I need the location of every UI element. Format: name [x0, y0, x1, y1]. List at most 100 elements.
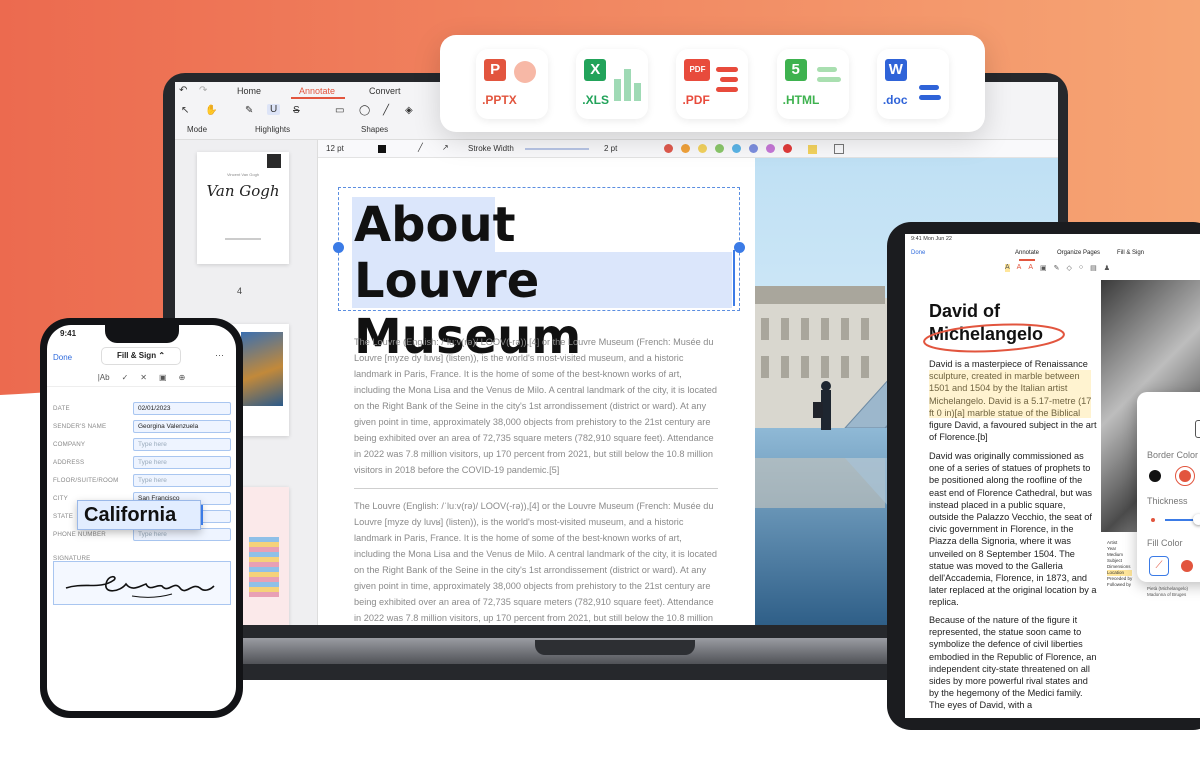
page-number: 4 — [237, 286, 243, 296]
underline-icon[interactable]: A — [1017, 264, 1022, 272]
tablet-status: 9:41 Mon Jun 22 — [911, 236, 952, 242]
format-xls[interactable]: X .XLS — [576, 48, 649, 119]
cross-icon[interactable]: ✕ — [140, 369, 147, 386]
properties-panel: Border Color Thickness Fill Color ⟋ — [1137, 392, 1200, 582]
fill-color-swatch[interactable] — [808, 145, 817, 154]
line-style-icon[interactable]: ╱ — [418, 143, 423, 152]
line-icon — [918, 94, 941, 100]
thumbnail-logo — [267, 154, 281, 168]
pen-icon[interactable]: ✎ — [1054, 264, 1060, 272]
check-icon[interactable]: ✓ — [122, 369, 129, 386]
underline-icon[interactable]: U — [267, 104, 281, 115]
tab-home[interactable]: Home — [237, 86, 261, 96]
divider — [354, 488, 718, 489]
line-icon — [918, 84, 939, 90]
redo-icon[interactable]: ↷ — [199, 85, 207, 96]
strikethrough-icon[interactable]: S — [293, 105, 300, 116]
format-doc[interactable]: W .doc — [876, 48, 949, 119]
more-icon[interactable]: ⋯ — [215, 350, 224, 361]
bar-icon — [634, 82, 642, 101]
line-icon — [816, 66, 837, 72]
mode-selector[interactable]: Fill & Sign ⌃ — [101, 347, 181, 365]
color-swatch-black[interactable] — [1149, 470, 1161, 482]
eraser-icon[interactable]: ◇ — [1067, 264, 1072, 272]
title-line: David of — [929, 301, 1001, 321]
format-pdf[interactable]: PDF .PDF — [676, 48, 749, 119]
format-label: .XLS — [582, 92, 609, 107]
tab-convert[interactable]: Convert — [369, 86, 401, 96]
color-swatch[interactable] — [732, 144, 741, 153]
color-swatch[interactable] — [715, 144, 724, 153]
pointer-icon[interactable]: ↖ — [181, 105, 189, 116]
stamp-icon[interactable]: ⊕ — [179, 369, 186, 386]
address-field[interactable]: Type here — [133, 455, 231, 469]
state-text-overlay[interactable]: California — [77, 500, 201, 530]
fill-icon[interactable]: ◈ — [405, 105, 413, 116]
date-icon[interactable]: ▣ — [159, 369, 167, 386]
group-label-shapes: Shapes — [361, 125, 389, 134]
textbox-icon[interactable]: ▣ — [1040, 264, 1047, 272]
tablet-done-button[interactable]: Done — [911, 250, 925, 256]
line-icon[interactable]: ╱ — [383, 105, 389, 116]
selection-handle-left[interactable] — [333, 242, 344, 253]
highlight-annotation — [929, 370, 1091, 418]
color-swatch[interactable] — [766, 144, 775, 153]
stamp-icon[interactable]: ♟ — [1104, 264, 1110, 272]
border-style-icon[interactable] — [1195, 420, 1200, 438]
company-field[interactable]: Type here — [133, 437, 231, 451]
tablet-tab-annotate[interactable]: Annotate — [1015, 250, 1039, 256]
rectangle-icon[interactable]: ▭ — [335, 105, 344, 116]
tab-annotate[interactable]: Annotate — [299, 86, 335, 96]
border-style-icon[interactable] — [834, 144, 844, 154]
text-tool[interactable]: |Ab — [98, 369, 110, 386]
color-swatch-red[interactable] — [1179, 470, 1191, 482]
slider-thumb[interactable] — [1193, 514, 1200, 525]
tablet-tab-organize[interactable]: Organize Pages — [1057, 250, 1100, 256]
comment-icon[interactable]: ▤ — [1090, 264, 1097, 272]
highlight-icon[interactable]: A — [1005, 264, 1010, 272]
font-size-select[interactable]: 12 pt — [326, 144, 344, 153]
format-html[interactable]: 5 .HTML — [776, 48, 849, 119]
undo-icon[interactable]: ↶ — [179, 85, 187, 96]
pie-icon — [514, 60, 537, 83]
format-pptx[interactable]: P .PPTX — [476, 48, 549, 119]
floor-field[interactable]: Type here — [133, 473, 231, 487]
color-swatch[interactable] — [783, 144, 792, 153]
hand-icon[interactable]: ✋ — [205, 105, 217, 116]
format-label: .doc — [882, 92, 908, 107]
stroke-width-slider[interactable] — [525, 148, 589, 150]
signature-box[interactable] — [53, 561, 231, 605]
color-swatch[interactable] — [698, 144, 707, 153]
active-tab-indicator — [1019, 259, 1035, 261]
field-label: FLOOR/SUITE/ROOM — [53, 476, 119, 484]
date-field[interactable]: 02/01/2023 — [133, 401, 231, 415]
fill-swatch-red[interactable] — [1181, 560, 1193, 572]
color-swatch[interactable] — [749, 144, 758, 153]
tablet-paragraph: Because of the nature of the figure it r… — [929, 615, 1097, 711]
sender-name-field[interactable]: Georgina Valenzuela — [133, 419, 231, 433]
pdf-icon: PDF — [684, 58, 711, 81]
bar-icon — [614, 78, 622, 101]
field-label: DATE — [53, 404, 70, 412]
tablet-paragraph: David was originally commissioned as one… — [929, 451, 1097, 608]
pen-icon[interactable]: ✎ — [245, 105, 253, 116]
color-swatch[interactable] — [664, 144, 673, 153]
title-line: About — [354, 197, 516, 253]
paragraph: The Louvre (English: /ˈluːv(rə)/ LOOV(-r… — [354, 337, 717, 475]
arrow-style-icon[interactable]: ↗ — [442, 143, 449, 152]
color-swatch[interactable] — [681, 144, 690, 153]
shape-icon[interactable]: ○ — [1079, 264, 1083, 272]
tablet-tab-fill-sign[interactable]: Fill & Sign — [1117, 250, 1144, 256]
ellipse-icon[interactable]: ◯ — [359, 105, 370, 116]
no-fill-icon[interactable]: ⟋ — [1149, 556, 1169, 576]
form-row: DATE 02/01/2023 — [53, 399, 231, 417]
stroke-color-swatch[interactable] — [378, 145, 386, 153]
line-icon — [720, 76, 739, 82]
page-thumbnail[interactable]: Vincent Van Gogh Van Gogh — [197, 152, 289, 264]
done-button[interactable]: Done — [53, 353, 72, 362]
caption-value: Madonna of Bruges — [1147, 592, 1187, 597]
strikethrough-icon[interactable]: A — [1028, 264, 1033, 272]
form: DATE 02/01/2023 SENDER'S NAME Georgina V… — [53, 399, 231, 562]
line-icon — [816, 76, 841, 82]
signature-image — [65, 575, 215, 598]
